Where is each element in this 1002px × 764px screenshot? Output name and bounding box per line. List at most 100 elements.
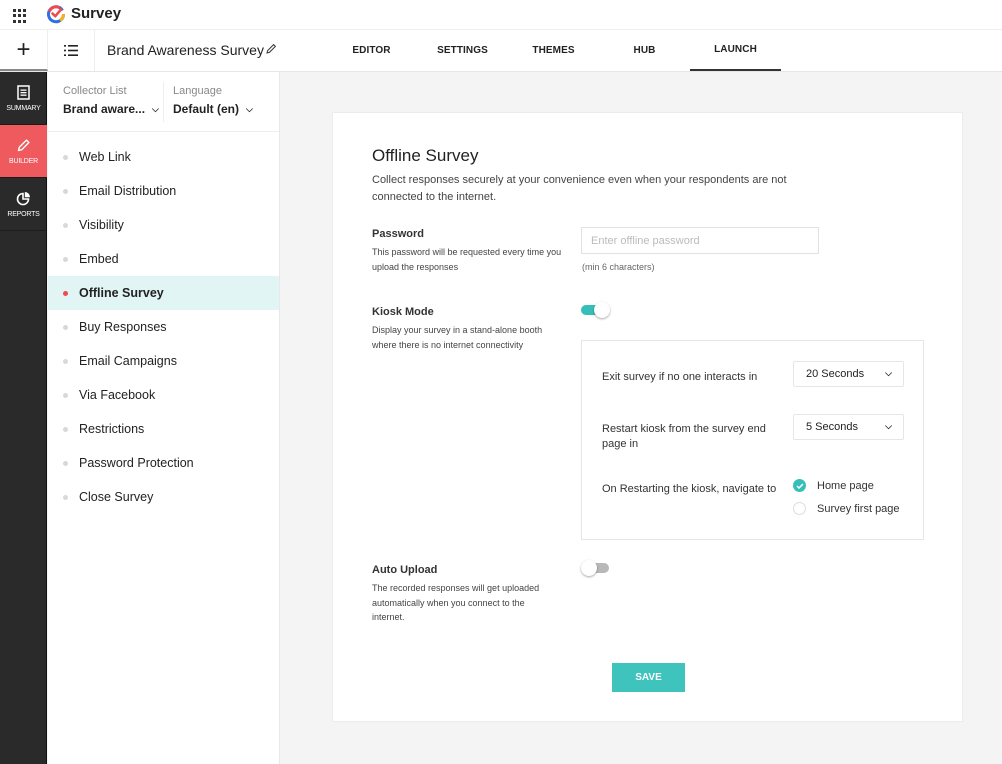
survey-toolbar: + Brand Awareness Survey EDITOR SETTINGS…	[0, 30, 1002, 72]
collector-list-value[interactable]: Brand aware... ⌵	[63, 102, 159, 116]
sidebar-item-label: Restrictions	[79, 422, 145, 436]
rail-label: REPORTS	[7, 210, 40, 218]
sidebar-item-email-campaigns[interactable]: Email Campaigns	[48, 344, 279, 378]
restart-timeout-select[interactable]: 5 Seconds ⌵	[793, 414, 904, 440]
rail-item-builder[interactable]: BUILDER	[0, 125, 47, 178]
left-rail: SUMMARY BUILDER REPORTS	[0, 72, 47, 764]
sidebar-item-label: Web Link	[79, 150, 131, 164]
kiosk-mode-title: Kiosk Mode	[372, 306, 434, 318]
bullet-icon	[63, 460, 68, 466]
collector-value-text: Brand aware...	[63, 102, 146, 116]
sidebar-item-label: Embed	[79, 252, 119, 266]
bullet-icon	[63, 392, 68, 398]
tab-editor[interactable]: EDITOR	[326, 30, 417, 71]
kiosk-settings-box: Exit survey if no one interacts in 20 Se…	[581, 340, 924, 540]
toggle-knob	[594, 302, 610, 318]
launch-nav: Web Link Email Distribution Visibility E…	[48, 140, 279, 514]
sidebar-item-embed[interactable]: Embed	[48, 242, 279, 276]
sidebar-item-label: Email Campaigns	[79, 354, 177, 368]
language-caption: Language	[173, 85, 222, 97]
language-select[interactable]: Language Default (en) ⌵	[173, 85, 253, 116]
rail-label: SUMMARY	[6, 104, 41, 112]
sidebar-item-via-facebook[interactable]: Via Facebook	[48, 378, 279, 412]
radio-label: Home page	[817, 479, 874, 492]
pie-chart-icon	[16, 191, 30, 205]
document-icon	[17, 84, 30, 100]
radio-survey-first-page[interactable]: Survey first page	[793, 502, 900, 515]
sidebar-item-label: Via Facebook	[79, 388, 156, 402]
bullet-icon	[63, 256, 68, 262]
bullet-icon	[63, 188, 68, 194]
survey-logo-icon	[47, 5, 66, 24]
collector-list-select[interactable]: Collector List Brand aware... ⌵	[63, 85, 159, 116]
sidebar-item-offline-survey[interactable]: Offline Survey	[48, 276, 279, 310]
auto-upload-description: The recorded responses will get uploaded…	[372, 583, 540, 622]
survey-list-button[interactable]	[48, 30, 95, 71]
offline-survey-panel: Offline Survey Collect responses securel…	[332, 112, 963, 722]
language-value-text: Default (en)	[173, 102, 239, 116]
navigate-label: On Restarting the kiosk, navigate to	[602, 483, 777, 495]
radio-home-page[interactable]: Home page	[793, 479, 874, 492]
tab-launch[interactable]: LAUNCH	[690, 30, 781, 71]
sidebar-item-label: Buy Responses	[79, 320, 167, 334]
bullet-icon	[63, 358, 68, 364]
sidebar-item-password-protection[interactable]: Password Protection	[48, 446, 279, 480]
sidebar-item-visibility[interactable]: Visibility	[48, 208, 279, 242]
radio-label: Survey first page	[817, 502, 900, 515]
toggle-knob	[581, 560, 597, 576]
collector-list-caption: Collector List	[63, 85, 127, 97]
sidebar-item-buy-responses[interactable]: Buy Responses	[48, 310, 279, 344]
app-title: Survey	[71, 5, 122, 22]
main-tabs: EDITOR SETTINGS THEMES HUB LAUNCH	[326, 30, 781, 71]
add-button[interactable]: +	[0, 30, 48, 71]
chevron-down-icon: ⌵	[152, 103, 159, 114]
rail-label: BUILDER	[9, 157, 38, 165]
bullet-icon	[63, 324, 68, 330]
selector-row: Collector List Brand aware... ⌵ Language…	[48, 72, 279, 132]
auto-upload-toggle[interactable]	[581, 560, 610, 576]
page-title: Offline Survey	[372, 146, 479, 165]
chevron-down-icon: ⌵	[885, 421, 892, 431]
app-grid-icon[interactable]	[13, 9, 27, 23]
plus-icon: +	[16, 35, 31, 63]
rail-item-summary[interactable]: SUMMARY	[0, 72, 47, 125]
password-hint: (min 6 characters)	[582, 262, 655, 272]
edit-pencil-icon[interactable]	[265, 43, 277, 55]
sidebar-item-restrictions[interactable]: Restrictions	[48, 412, 279, 446]
language-value[interactable]: Default (en) ⌵	[173, 102, 253, 116]
restart-timeout-label: Restart kiosk from the survey end page i…	[602, 423, 766, 450]
bullet-icon	[63, 494, 68, 500]
sidebar-item-label: Visibility	[79, 218, 124, 232]
bullet-icon	[63, 222, 68, 228]
save-button[interactable]: SAVE	[612, 663, 685, 692]
sidebar-item-close-survey[interactable]: Close Survey	[48, 480, 279, 514]
password-title: Password	[372, 228, 424, 240]
exit-timeout-select[interactable]: 20 Seconds ⌵	[793, 361, 904, 387]
auto-upload-title: Auto Upload	[372, 564, 438, 576]
offline-password-input[interactable]	[581, 227, 819, 254]
divider	[163, 82, 164, 122]
top-bar: Survey	[0, 0, 1002, 30]
radio-unchecked-icon	[793, 502, 806, 515]
bullet-icon	[63, 154, 68, 160]
kiosk-mode-description: Display your survey in a stand-alone boo…	[372, 325, 543, 350]
tab-themes[interactable]: THEMES	[508, 30, 599, 71]
exit-timeout-value: 20 Seconds	[806, 368, 865, 380]
sidebar-item-label: Password Protection	[79, 456, 194, 470]
kiosk-mode-toggle[interactable]	[581, 302, 610, 318]
list-icon	[64, 45, 78, 56]
sidebar-item-email-distribution[interactable]: Email Distribution	[48, 174, 279, 208]
exit-timeout-label: Exit survey if no one interacts in	[602, 371, 758, 383]
page-intro: Collect responses securely at your conve…	[372, 174, 787, 203]
tab-hub[interactable]: HUB	[599, 30, 690, 71]
chevron-down-icon: ⌵	[246, 103, 253, 114]
sidebar-item-label: Close Survey	[79, 490, 154, 504]
survey-name: Brand Awareness Survey	[107, 42, 264, 58]
launch-sidebar: Collector List Brand aware... ⌵ Language…	[48, 72, 280, 764]
pencil-icon	[17, 138, 30, 151]
rail-item-reports[interactable]: REPORTS	[0, 178, 47, 231]
tab-settings[interactable]: SETTINGS	[417, 30, 508, 71]
sidebar-item-web-link[interactable]: Web Link	[48, 140, 279, 174]
restart-timeout-value: 5 Seconds	[806, 421, 858, 433]
sidebar-item-label: Email Distribution	[79, 184, 177, 198]
